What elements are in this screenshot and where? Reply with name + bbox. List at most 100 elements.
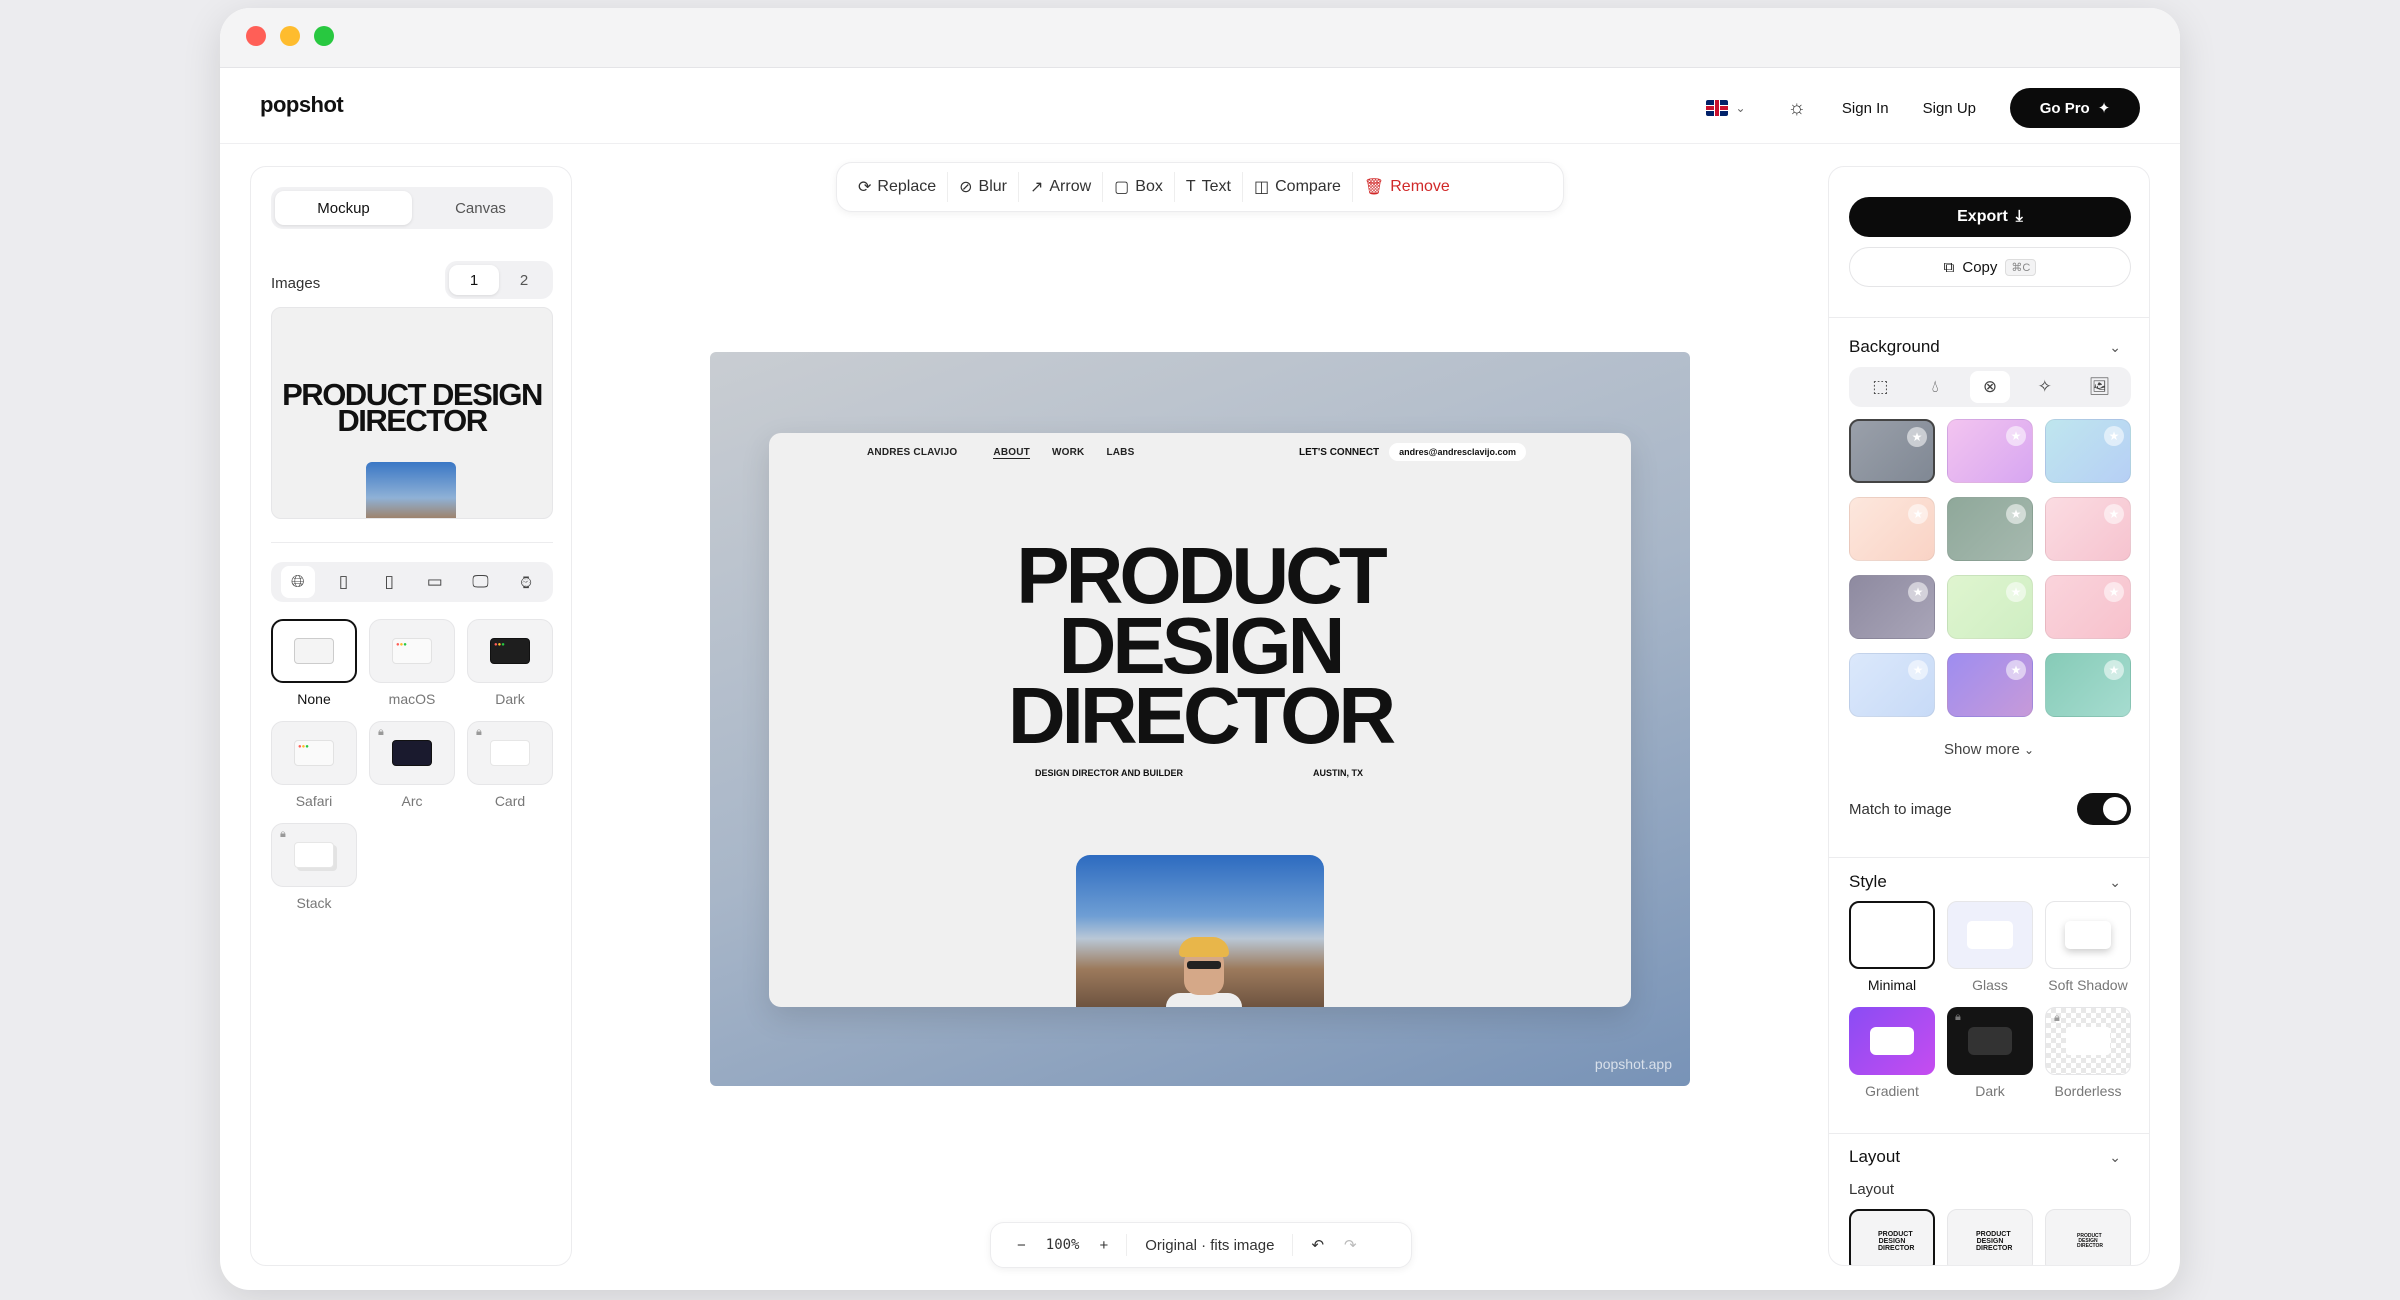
star-icon[interactable]: ★ [1908,582,1928,602]
swatch[interactable]: ★ [2045,575,2131,639]
solid-color-icon[interactable]: 💧︎ [1915,371,1955,403]
chevron-down-icon[interactable]: ⌄ [2109,874,2121,891]
star-icon[interactable]: ★ [2006,660,2026,680]
frame-macos-preview[interactable]: ●●● [369,619,455,683]
frame-dark-preview[interactable]: ●●● [467,619,553,683]
style-borderless[interactable]: 🔒︎ Borderless [2045,1007,2131,1099]
swatch[interactable]: ★ [1849,497,1935,561]
canvas-stage[interactable]: ANDRES CLAVIJO ABOUT WORK LABS LET'S CON… [710,352,1690,1086]
frame-arc-preview[interactable]: 🔒︎ [369,721,455,785]
star-icon[interactable]: ★ [2006,504,2026,524]
star-icon[interactable]: ★ [2006,582,2026,602]
tab-canvas[interactable]: Canvas [412,191,549,225]
undo-icon[interactable]: ↶ [1301,1236,1334,1254]
swatch[interactable]: ★ [2045,653,2131,717]
style-glass[interactable]: Glass [1947,901,2033,993]
star-icon[interactable]: ★ [2104,660,2124,680]
background-section-title[interactable]: Background [1849,337,1940,357]
swatch[interactable]: ★ [1947,653,2033,717]
style-minimal[interactable]: Minimal [1849,901,1935,993]
style-dark-preview[interactable]: 🔒︎ [1947,1007,2033,1075]
style-soft-shadow[interactable]: Soft Shadow [2045,901,2131,993]
tab-mockup[interactable]: Mockup [275,191,412,225]
swatch[interactable]: ★ [1947,497,2033,561]
layout-option-1[interactable]: PRODUCT DESIGN DIRECTOR [1849,1209,1935,1265]
style-minimal-preview[interactable] [1849,901,1935,969]
minimize-window-button[interactable] [280,26,300,46]
box-button[interactable]: ▢ Box [1103,172,1175,202]
watch-icon[interactable]: ⌚︎ [509,566,543,598]
style-gradient-preview[interactable] [1849,1007,1935,1075]
zoom-out-button[interactable]: − [1007,1237,1036,1254]
swatch[interactable]: ★ [1849,419,1935,483]
redo-icon[interactable]: ↷ [1334,1236,1367,1254]
frame-macos[interactable]: ●●● macOS [369,619,455,707]
frame-safari-preview[interactable]: ●●● [271,721,357,785]
gradient-icon[interactable]: ⊗ [1969,371,2010,403]
chevron-down-icon[interactable]: ⌄ [2109,339,2121,356]
remove-button[interactable]: 🗑︎ Remove [1353,172,1461,202]
arrow-button[interactable]: ↗ Arrow [1019,172,1104,202]
logo[interactable]: popshot [260,92,344,118]
tablet-icon[interactable]: ▯ [372,566,406,598]
image-page-2[interactable]: 2 [499,265,549,295]
theme-toggle-sun-icon[interactable]: ☼ [1788,97,1806,120]
transparent-icon[interactable]: ⬚ [1860,371,1900,403]
go-pro-button[interactable]: Go Pro ✦ [2010,88,2140,128]
frame-stack[interactable]: 🔒︎ Stack [271,823,357,911]
sign-up-link[interactable]: Sign Up [1923,100,1976,117]
swatch[interactable]: ★ [2045,419,2131,483]
image-icon[interactable]: 🖼︎ [2080,371,2120,403]
style-gradient[interactable]: Gradient [1849,1007,1935,1099]
frame-none[interactable]: None [271,619,357,707]
chevron-down-icon[interactable]: ⌄ [2109,1149,2121,1166]
laptop-icon[interactable]: ▭ [418,566,452,598]
swatch[interactable]: ★ [1849,653,1935,717]
swatch[interactable]: ★ [1947,419,2033,483]
show-more-button[interactable]: Show more ⌄ [1829,741,2149,758]
layout-option-3[interactable]: PRODUCT DESIGN DIRECTOR [2045,1209,2131,1265]
mockup-screenshot[interactable]: ANDRES CLAVIJO ABOUT WORK LABS LET'S CON… [769,433,1631,1007]
language-selector[interactable]: ⌄ [1705,100,1746,116]
style-dark[interactable]: 🔒︎ Dark [1947,1007,2033,1099]
swatch[interactable]: ★ [2045,497,2131,561]
image-page-1[interactable]: 1 [449,265,499,295]
compare-button[interactable]: ◫ Compare [1243,172,1353,202]
export-button[interactable]: Export ⤓ [1849,197,2131,237]
text-button[interactable]: T Text [1175,172,1243,202]
copy-button[interactable]: ⧉ Copy ⌘C [1849,247,2131,287]
style-glass-preview[interactable] [1947,901,2033,969]
star-icon[interactable]: ★ [2006,426,2026,446]
size-mode-button[interactable]: Original · fits image [1135,1237,1284,1254]
image-thumbnail[interactable]: PRODUCT DESIGN DIRECTOR [271,307,553,519]
style-section-title[interactable]: Style [1849,872,1887,892]
star-icon[interactable]: ★ [2104,426,2124,446]
globe-icon[interactable]: 🌐︎ [280,566,315,598]
maximize-window-button[interactable] [314,26,334,46]
star-icon[interactable]: ★ [2104,582,2124,602]
frame-card-preview[interactable]: 🔒︎ [467,721,553,785]
sparkles-icon[interactable]: ✧ [2025,371,2065,403]
frame-none-preview[interactable] [271,619,357,683]
style-soft-shadow-preview[interactable] [2045,901,2131,969]
match-to-image-toggle[interactable] [2077,793,2131,825]
frame-dark[interactable]: ●●● Dark [467,619,553,707]
close-window-button[interactable] [246,26,266,46]
star-icon[interactable]: ★ [1908,504,1928,524]
swatch[interactable]: ★ [1947,575,2033,639]
replace-button[interactable]: ⟳ Replace [847,172,949,202]
blur-button[interactable]: ⊘ Blur [948,172,1019,202]
sign-in-link[interactable]: Sign In [1842,100,1889,117]
star-icon[interactable]: ★ [2104,504,2124,524]
swatch[interactable]: ★ [1849,575,1935,639]
zoom-in-button[interactable]: + [1089,1237,1118,1254]
star-icon[interactable]: ★ [1908,660,1928,680]
desktop-icon[interactable]: 🖵︎ [463,566,497,598]
frame-safari[interactable]: ●●● Safari [271,721,357,809]
layout-option-2[interactable]: PRODUCT DESIGN DIRECTOR [1947,1209,2033,1265]
frame-card[interactable]: 🔒︎ Card [467,721,553,809]
phone-icon[interactable]: ▯ [326,566,360,598]
star-icon[interactable]: ★ [1907,427,1927,447]
frame-stack-preview[interactable]: 🔒︎ [271,823,357,887]
layout-section-title[interactable]: Layout [1849,1147,1900,1167]
